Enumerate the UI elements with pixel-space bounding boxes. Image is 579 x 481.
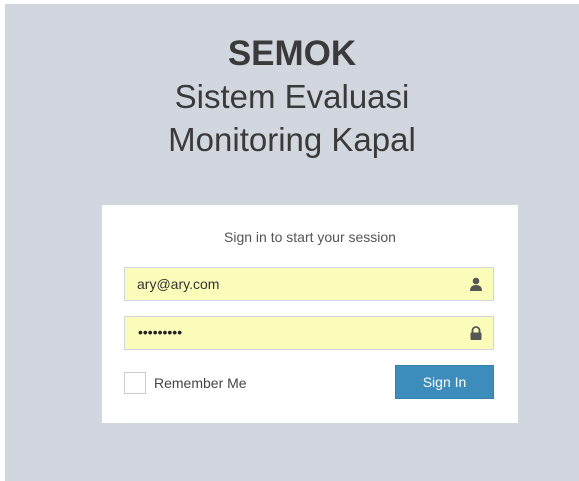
login-page: SEMOK Sistem Evaluasi Monitoring Kapal S… — [5, 4, 579, 481]
email-field[interactable] — [124, 267, 494, 301]
sign-in-button[interactable]: Sign In — [395, 365, 494, 399]
remember-me-checkbox[interactable] — [124, 372, 146, 394]
app-subtitle-line2: Monitoring Kapal — [168, 121, 416, 158]
app-subtitle-line1: Sistem Evaluasi — [174, 78, 410, 115]
password-input[interactable]: ••••••••• — [138, 324, 182, 340]
login-logo: SEMOK Sistem Evaluasi Monitoring Kapal — [5, 34, 579, 160]
app-brand: SEMOK — [227, 34, 357, 73]
remember-me[interactable]: Remember Me — [124, 372, 247, 394]
login-box-message: Sign in to start your session — [224, 229, 396, 245]
remember-me-label: Remember Me — [154, 375, 247, 391]
user-icon — [470, 277, 482, 291]
lock-icon — [470, 326, 482, 340]
email-input[interactable] — [125, 268, 493, 300]
login-box: Sign in to start your session ••••••••• … — [102, 205, 518, 423]
password-field[interactable]: ••••••••• — [124, 316, 494, 350]
